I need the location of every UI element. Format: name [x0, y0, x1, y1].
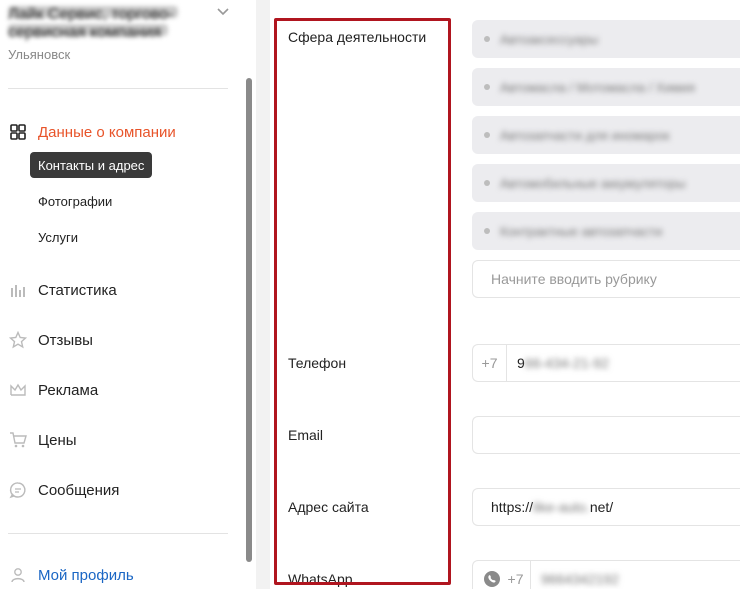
sidebar: Лайк Сервис, торгово- сервисная компания…: [0, 0, 256, 589]
whatsapp-icon: [484, 571, 500, 587]
phone-prefix: +7: [473, 345, 507, 381]
nav-messages-label: Сообщения: [38, 481, 120, 499]
divider: [8, 88, 228, 89]
company-name-line-2: сервисная компания: [8, 24, 168, 41]
rubric-input[interactable]: Начните вводить рубрику: [472, 260, 740, 298]
cart-icon: [8, 430, 28, 450]
whatsapp-prefix: +7: [501, 561, 531, 589]
whatsapp-input[interactable]: +7 9664342192: [472, 560, 740, 589]
activity-label: Сфера деятельности: [288, 29, 427, 45]
nav-messages[interactable]: Сообщения: [8, 477, 119, 503]
activity-chip-text: Автоаксессуары: [500, 31, 599, 47]
activity-chip-text: Автозапчасти для иномарок: [500, 127, 670, 143]
sidebar-scrollbar[interactable]: [246, 78, 252, 562]
nav-reviews-label: Отзывы: [38, 331, 93, 349]
phone-input[interactable]: +7 966-434-21-92: [472, 344, 740, 382]
chat-icon: [8, 480, 28, 500]
email-input[interactable]: [472, 416, 740, 454]
website-value-start: https://: [491, 499, 534, 515]
phone-value: 966-434-21-92: [517, 355, 609, 371]
activity-chip-text: Контрактные автозапчасти: [500, 223, 663, 239]
nav-ads[interactable]: Реклама: [8, 377, 98, 403]
nav-ads-label: Реклама: [38, 381, 99, 399]
nav-prices[interactable]: Цены: [8, 427, 77, 453]
divider: [8, 533, 228, 534]
bullet-icon: [484, 180, 490, 186]
whatsapp-value: 9664342192: [541, 571, 619, 587]
bullet-icon: [484, 36, 490, 42]
phone-value-hidden: 66-434-21-92: [524, 355, 609, 371]
city-label: Ульяновск: [8, 47, 71, 62]
activity-chip-text: Автомобильные аккумуляторы: [500, 175, 686, 191]
activity-chip[interactable]: Автоаксессуары: [472, 20, 740, 58]
nav-statistics-label: Статистика: [38, 281, 117, 299]
activity-chip-text: Автомасла / Мотомасла / Химия: [500, 79, 696, 95]
phone-value-visible: 9: [517, 355, 525, 371]
nav-company-data[interactable]: Данные о компании: [8, 119, 176, 145]
nav-profile-label: Мой профиль: [38, 566, 134, 584]
activity-chip[interactable]: Автомобильные аккумуляторы: [472, 164, 740, 202]
nav-photos[interactable]: Фотографии: [30, 188, 120, 214]
bullet-icon: [484, 228, 490, 234]
star-icon: [8, 330, 28, 350]
nav-contacts[interactable]: Контакты и адрес: [30, 152, 153, 178]
rubric-placeholder: Начните вводить рубрику: [491, 271, 657, 287]
bullet-icon: [484, 84, 490, 90]
chevron-down-icon[interactable]: [216, 6, 230, 18]
website-value: https://like-auto.net/: [491, 499, 613, 515]
user-icon: [8, 565, 28, 585]
email-label: Email: [288, 427, 324, 443]
bullet-icon: [484, 132, 490, 138]
nav-services[interactable]: Услуги: [30, 224, 86, 250]
company-name[interactable]: Лайк Сервис, торгово- сервисная компания: [8, 6, 188, 41]
phone-label: Телефон: [288, 355, 347, 371]
nav-prices-label: Цены: [38, 431, 77, 449]
grid-icon: [8, 122, 28, 142]
activity-chip[interactable]: Автозапчасти для иномарок: [472, 116, 740, 154]
website-label: Адрес сайта: [288, 499, 369, 515]
company-name-line-1: Лайк Сервис, торгово-: [8, 6, 178, 23]
nav-profile[interactable]: Мой профиль: [8, 562, 134, 588]
crown-icon: [8, 380, 28, 400]
website-value-end: net/: [589, 499, 614, 515]
bar-chart-icon: [8, 280, 28, 300]
nav-reviews[interactable]: Отзывы: [8, 327, 93, 353]
activity-chip[interactable]: Контрактные автозапчасти: [472, 212, 740, 250]
whatsapp-label: WhatsApp: [288, 571, 353, 587]
activity-chip[interactable]: Автомасла / Мотомасла / Химия: [472, 68, 740, 106]
website-value-hidden: like-auto.: [533, 499, 590, 515]
website-input[interactable]: https://like-auto.net/: [472, 488, 740, 526]
nav-statistics[interactable]: Статистика: [8, 277, 117, 303]
nav-company-data-label: Данные о компании: [38, 123, 176, 141]
